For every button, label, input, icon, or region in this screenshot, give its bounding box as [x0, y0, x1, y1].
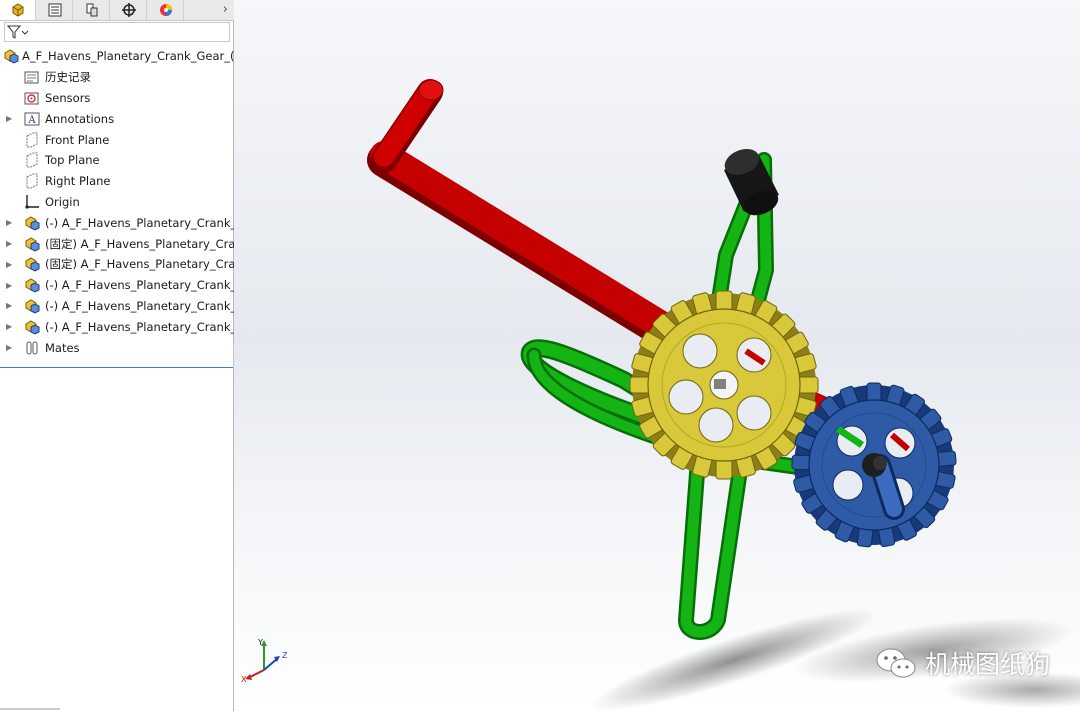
tree-item-label: Mates	[45, 340, 80, 355]
expand-arrow-icon[interactable]: ▶	[6, 218, 14, 227]
tree-item-mates[interactable]: ▶ Mates	[0, 337, 234, 358]
tree-item-label: Right Plane	[45, 174, 111, 189]
tree-item-sensors[interactable]: Sensors	[0, 88, 234, 109]
watermark: 机械图纸狗	[875, 645, 1050, 681]
display-manager-icon	[159, 4, 172, 16]
tree-item-right-plane[interactable]: Right Plane	[0, 171, 234, 192]
model-view[interactable]	[234, 0, 1080, 711]
tree-item-label: (-) A_F_Havens_Planetary_Crank_Gear	[45, 215, 234, 230]
tree-item-label: 历史记录	[45, 70, 91, 85]
tree-root[interactable]: A_F_Havens_Planetary_Crank_Gear_(as	[0, 46, 234, 67]
part-icon	[24, 256, 40, 272]
feature-manager-tree-icon	[12, 3, 23, 17]
tree-item-label: Sensors	[45, 90, 91, 105]
tab-configuration-manager[interactable]	[74, 0, 110, 20]
manager-tab-bar: ›	[0, 0, 234, 21]
tree-item-label: Front Plane	[45, 132, 110, 147]
reference-triad: Y X Z	[240, 636, 296, 686]
tree-item-label: (-) A_F_Havens_Planetary_Crank_Gear	[45, 278, 234, 293]
dimxpert-manager-icon	[121, 3, 136, 17]
tree-item-component[interactable]: ▶ (固定) A_F_Havens_Planetary_Crank_Gear	[0, 254, 234, 275]
tree-item-component[interactable]: ▶ (-) A_F_Havens_Planetary_Crank_Gear	[0, 212, 234, 233]
tree-item-label: (-) A_F_Havens_Planetary_Crank_Gear	[45, 319, 234, 334]
plane-icon	[24, 173, 40, 189]
tree-item-component[interactable]: ▶ (固定) A_F_Havens_Planetary_Crank_Gear	[0, 233, 234, 254]
part-icon	[24, 319, 40, 335]
tree-item-label: Annotations	[45, 111, 115, 126]
panel-splitter[interactable]	[0, 367, 240, 368]
triad-x-label: X	[241, 675, 247, 684]
crank-knob[interactable]	[721, 144, 782, 220]
sensors-folder-icon	[24, 90, 40, 106]
expand-arrow-icon[interactable]: ▶	[6, 114, 14, 123]
feature-manager-panel: › A_F_Havens_Planetary_Crank_Gear_(as 历史…	[0, 0, 241, 711]
tree-item-top-plane[interactable]: Top Plane	[0, 150, 234, 171]
tree-item-label: (固定) A_F_Havens_Planetary_Crank_Gear	[45, 236, 234, 251]
part-icon	[24, 277, 40, 293]
tab-feature-manager[interactable]	[0, 0, 36, 20]
history-folder-icon	[24, 69, 40, 85]
tab-dimxpert-manager[interactable]	[111, 0, 147, 20]
triad-y-label: Y	[257, 638, 263, 647]
expand-arrow-icon[interactable]: ▶	[6, 322, 14, 331]
configuration-manager-icon	[86, 3, 97, 17]
annotations-folder-icon: A	[24, 111, 40, 127]
part-icon	[24, 215, 40, 231]
tree-item-component[interactable]: ▶ (-) A_F_Havens_Planetary_Crank_Gear	[0, 316, 234, 337]
part-icon	[24, 298, 40, 314]
sun-gear[interactable]	[629, 290, 819, 480]
more-tabs-arrow[interactable]: ›	[223, 0, 228, 20]
expand-arrow-icon[interactable]: ▶	[6, 343, 14, 352]
svg-text:A: A	[27, 115, 36, 126]
triad-z-label: Z	[282, 651, 288, 660]
wechat-icon	[876, 648, 916, 678]
tab-property-manager[interactable]	[37, 0, 73, 20]
tree-filter-box[interactable]	[4, 22, 230, 42]
plane-icon	[24, 132, 40, 148]
expand-arrow-icon[interactable]: ▶	[6, 281, 14, 290]
mates-folder-icon	[24, 340, 40, 356]
tab-display-manager[interactable]	[148, 0, 184, 20]
origin-icon	[24, 194, 40, 210]
filter-icon[interactable]	[7, 25, 29, 39]
panel-bottom-edge	[0, 708, 60, 710]
tree-item-label: (固定) A_F_Havens_Planetary_Crank_Gear	[45, 257, 234, 272]
tree-root-label: A_F_Havens_Planetary_Crank_Gear_(as	[22, 49, 234, 64]
expand-arrow-icon[interactable]: ▶	[6, 301, 14, 310]
tree-item-label: Top Plane	[45, 153, 100, 168]
tree-item-component[interactable]: ▶ (-) A_F_Havens_Planetary_Crank_Gear	[0, 296, 234, 317]
tree-item-label: (-) A_F_Havens_Planetary_Crank_Gear	[45, 298, 234, 313]
property-manager-icon	[48, 3, 61, 17]
part-icon	[24, 236, 40, 252]
expand-arrow-icon[interactable]: ▶	[6, 260, 14, 269]
graphics-viewport[interactable]: Y X Z 机械图纸狗	[234, 0, 1080, 711]
plane-icon	[24, 152, 40, 168]
tree-item-history[interactable]: 历史记录	[0, 67, 234, 88]
tree-item-component[interactable]: ▶ (-) A_F_Havens_Planetary_Crank_Gear	[0, 275, 234, 296]
expand-arrow-icon[interactable]: ▶	[6, 239, 14, 248]
feature-tree: A_F_Havens_Planetary_Crank_Gear_(as 历史记录…	[0, 46, 234, 358]
tree-item-origin[interactable]: Origin	[0, 192, 234, 213]
tree-item-front-plane[interactable]: Front Plane	[0, 129, 234, 150]
assembly-icon	[3, 48, 19, 64]
tree-item-annotations[interactable]: ▶ A Annotations	[0, 108, 234, 129]
watermark-text: 机械图纸狗	[924, 650, 1050, 679]
tree-item-label: Origin	[45, 194, 80, 209]
